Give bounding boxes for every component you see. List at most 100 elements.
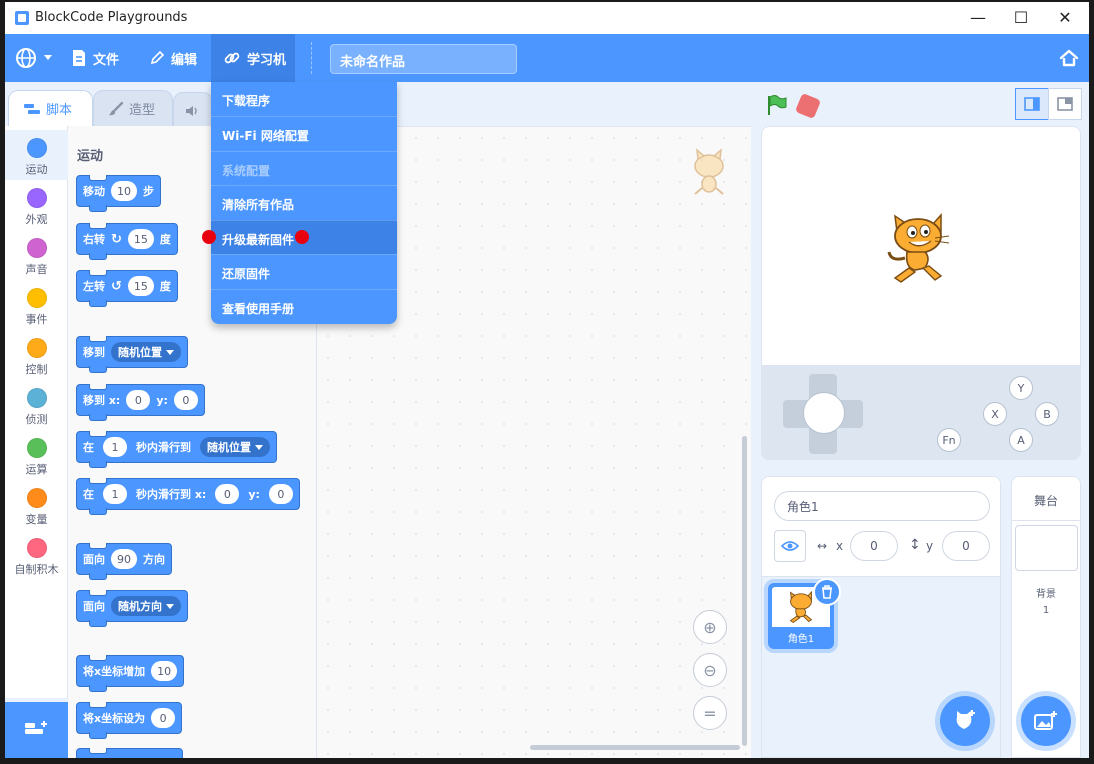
x-input[interactable]: 0 <box>215 484 240 504</box>
tab-code[interactable]: 脚本 <box>8 90 93 126</box>
category-menu: 运动 外观 声音 事件 控制 侦测 运算 变量 自制积木 <box>5 126 68 698</box>
cat-sprite[interactable] <box>885 212 951 284</box>
block-goto-xy[interactable]: 移到 x: 0 y: 0 <box>76 384 205 421</box>
file-menu-label: 文件 <box>93 52 120 68</box>
steps-input[interactable]: 10 <box>111 181 137 201</box>
tab-sounds[interactable] <box>173 92 213 128</box>
gamepad-a-button[interactable]: A <box>1009 428 1033 452</box>
tab-costumes[interactable]: 造型 <box>93 90 173 126</box>
y-input[interactable]: 0 <box>173 390 198 410</box>
category-operators[interactable]: 运算 <box>5 430 68 480</box>
category-control[interactable]: 控制 <box>5 330 68 380</box>
menu-item-clear-projects[interactable]: 清除所有作品 <box>211 185 397 219</box>
seconds-input[interactable]: 1 <box>103 437 127 457</box>
tab-code-label: 脚本 <box>46 103 73 118</box>
block-move-steps[interactable]: 移动 10 步 <box>76 175 161 212</box>
globe-icon <box>16 48 36 68</box>
add-extension-button[interactable] <box>5 702 68 758</box>
direction-input[interactable]: 90 <box>111 549 137 569</box>
close-button[interactable]: ✕ <box>1055 8 1075 28</box>
category-color-dot <box>26 488 47 508</box>
category-my-blocks[interactable]: 自制积木 <box>5 530 68 580</box>
gamepad-y-button[interactable]: Y <box>1009 376 1033 400</box>
block-text: 秒内滑行到 <box>136 441 191 454</box>
learning-device-label: 学习机 <box>247 52 287 68</box>
category-motion[interactable]: 运动 <box>5 130 68 180</box>
x-set-input[interactable]: 0 <box>151 708 176 728</box>
category-color-dot <box>26 238 47 258</box>
menu-item-system-config: 系统配置 <box>211 151 397 185</box>
glide-target-dropdown[interactable]: 随机位置 <box>200 437 270 457</box>
menu-item-download-program[interactable]: 下载程序 <box>211 82 397 116</box>
x-input[interactable]: 0 <box>126 390 151 410</box>
category-looks[interactable]: 外观 <box>5 180 68 230</box>
learning-device-menu[interactable]: 学习机 <box>211 34 295 82</box>
category-label: 变量 <box>25 513 48 526</box>
category-sound[interactable]: 声音 <box>5 230 68 280</box>
gamepad-x-button[interactable]: X <box>983 402 1007 426</box>
green-flag-icon[interactable] <box>765 94 787 116</box>
category-variables[interactable]: 变量 <box>5 480 68 530</box>
block-point-towards[interactable]: 面向 随机方向 <box>76 590 188 627</box>
stage-selector-title: 舞台 <box>1012 477 1080 521</box>
y-input[interactable]: 0 <box>268 484 293 504</box>
file-menu[interactable]: 文件 <box>71 34 119 82</box>
x-change-input[interactable]: 10 <box>151 661 178 681</box>
add-sprite-button[interactable] <box>940 696 990 746</box>
block-turn-left[interactable]: 左转 ↺ 15 度 <box>76 270 178 307</box>
edit-menu-label: 编辑 <box>171 52 198 68</box>
point-towards-dropdown[interactable]: 随机方向 <box>111 596 181 616</box>
block-change-x[interactable]: 将x坐标增加 10 <box>76 655 185 692</box>
block-set-x[interactable]: 将x坐标设为 0 <box>76 702 183 739</box>
zoom-out-button[interactable]: ⊖ <box>693 653 727 687</box>
menu-item-user-manual[interactable]: 查看使用手册 <box>211 289 397 323</box>
zoom-in-button[interactable]: ⊕ <box>693 610 727 644</box>
edit-menu[interactable]: 编辑 <box>149 34 197 82</box>
menu-item-wifi-config[interactable]: Wi-Fi 网络配置 <box>211 116 397 150</box>
delete-sprite-button[interactable] <box>813 578 841 606</box>
degrees-input[interactable]: 15 <box>127 229 154 249</box>
category-events[interactable]: 事件 <box>5 280 68 330</box>
block-goto[interactable]: 移到 随机位置 <box>76 336 188 373</box>
category-label: 事件 <box>25 313 48 326</box>
block-text: 右转 <box>83 233 105 246</box>
add-backdrop-button[interactable] <box>1021 696 1071 746</box>
gamepad-b-button[interactable]: B <box>1035 402 1059 426</box>
backdrops-count: 1 <box>1042 605 1050 616</box>
block-point-direction[interactable]: 面向 90 方向 <box>76 543 172 580</box>
goto-target-dropdown[interactable]: 随机位置 <box>111 342 181 362</box>
sprite-x-input[interactable]: 0 <box>850 531 898 561</box>
large-stage-button[interactable] <box>1048 88 1082 120</box>
minimize-button[interactable]: — <box>968 8 988 28</box>
degrees-input[interactable]: 15 <box>127 276 154 296</box>
category-label: 控制 <box>25 363 48 376</box>
zoom-reset-button[interactable]: = <box>693 696 727 730</box>
workspace-vertical-scrollbar[interactable] <box>742 436 747 746</box>
block-glide-xy[interactable]: 在 1 秒内滑行到 x: 0 y: 0 <box>76 478 300 515</box>
add-sprite-icon <box>956 710 975 729</box>
home-icon[interactable] <box>1059 48 1079 68</box>
block-partial[interactable] <box>76 748 183 758</box>
small-stage-icon <box>1024 97 1040 111</box>
small-stage-button[interactable] <box>1015 88 1049 120</box>
dpad-joystick[interactable] <box>803 392 845 434</box>
x-label: x <box>836 539 844 553</box>
project-title-input[interactable]: 未命名作品 <box>330 44 517 74</box>
block-glide-to[interactable]: 在 1 秒内滑行到 随机位置 <box>76 431 277 468</box>
category-sensing[interactable]: 侦测 <box>5 380 68 430</box>
marker-dot-right <box>295 230 309 244</box>
virtual-gamepad: Y X B A Fn <box>761 366 1081 460</box>
menu-item-restore-firmware[interactable]: 还原固件 <box>211 254 397 288</box>
rotate-right-icon: ↻ <box>111 231 122 247</box>
show-sprite-button[interactable] <box>774 530 806 562</box>
workspace-horizontal-scrollbar[interactable] <box>530 745 740 750</box>
block-turn-right[interactable]: 右转 ↻ 15 度 <box>76 223 178 260</box>
block-text: 移动 <box>83 185 105 198</box>
seconds-input[interactable]: 1 <box>103 484 127 504</box>
language-menu[interactable] <box>15 34 53 82</box>
maximize-button[interactable]: ☐ <box>1011 8 1031 28</box>
sprite-y-input[interactable]: 0 <box>942 531 990 561</box>
sprite-name-input[interactable]: 角色1 <box>774 491 990 521</box>
stop-icon[interactable] <box>794 92 822 120</box>
gamepad-fn-button[interactable]: Fn <box>937 428 961 452</box>
